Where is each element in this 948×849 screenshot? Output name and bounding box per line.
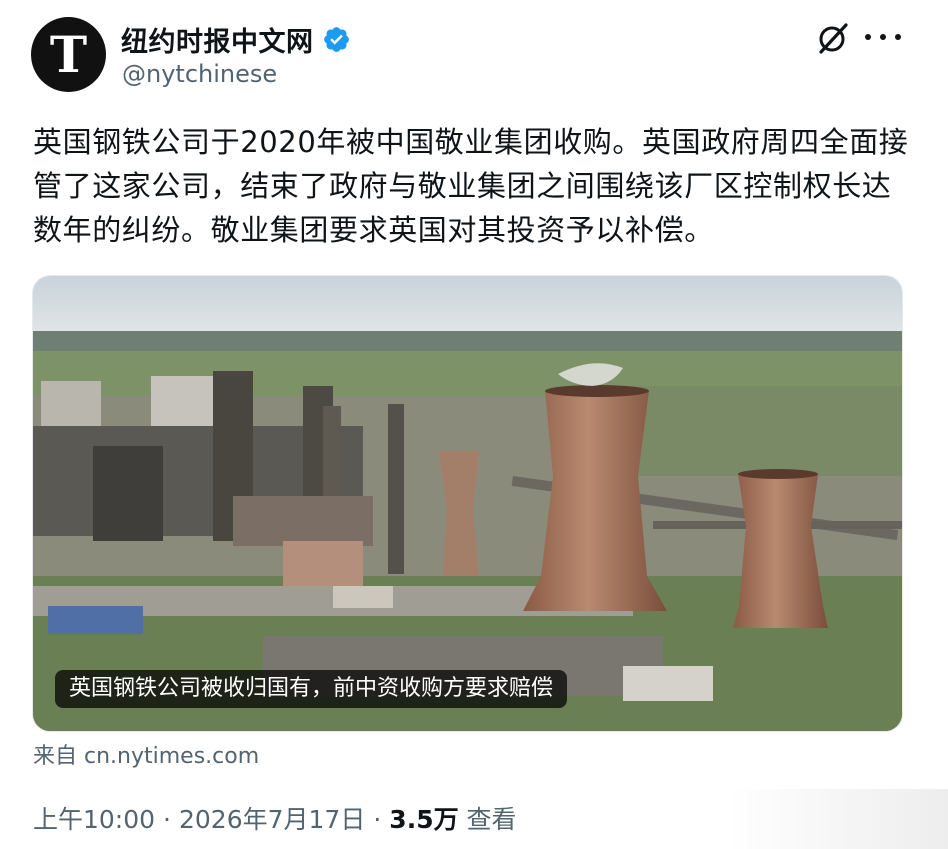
more-dot [880, 34, 886, 40]
verified-badge-icon [323, 27, 349, 52]
handle[interactable]: @nytchinese [122, 60, 277, 88]
tweet-meta: 上午10:00 · 2026年7月17日 · 3.5万 查看 [33, 800, 517, 836]
bottom-right-fade [728, 789, 948, 849]
link-source[interactable]: 来自 cn.nytimes.com [33, 738, 259, 770]
tweet-media-card[interactable] [32, 275, 903, 732]
grok-icon[interactable] [815, 20, 851, 56]
more-icon[interactable] [865, 22, 901, 52]
more-dot [895, 34, 901, 40]
more-dot [865, 34, 871, 40]
tweet-text: 英国钢铁公司于2020年被中国敬业集团收购。英国政府周四全面接管了这家公司，结束… [33, 125, 909, 247]
views-label: 查看 [466, 805, 517, 834]
avatar-letter: T [49, 24, 88, 84]
display-name[interactable]: 纽约时报中文网 [121, 20, 314, 59]
media-caption: 英国钢铁公司被收归国有，前中资收购方要求赔偿 [55, 670, 568, 708]
avatar[interactable]: T [31, 17, 106, 92]
separator-dot: · [373, 805, 382, 834]
author-name-row: 纽约时报中文网 [121, 20, 351, 59]
tweet-date[interactable]: 2026年7月17日 [179, 805, 365, 834]
views-count: 3.5万 [389, 805, 459, 834]
tweet-time[interactable]: 上午10:00 [33, 805, 155, 834]
steelworks-photo [33, 276, 902, 731]
separator-dot: · [163, 805, 171, 834]
